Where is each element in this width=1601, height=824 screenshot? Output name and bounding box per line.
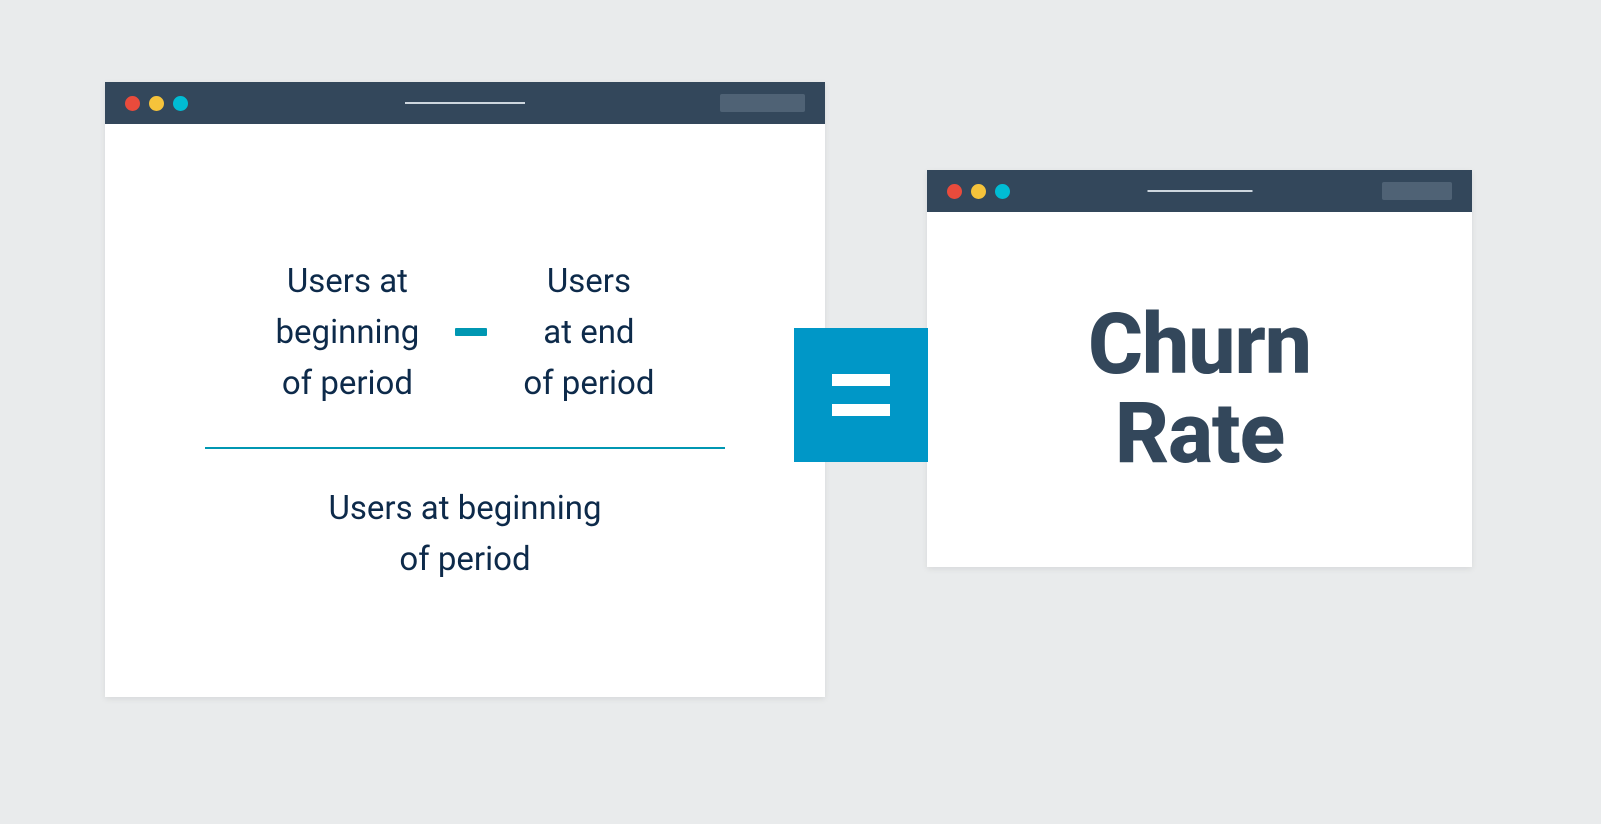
numerator-right-term: Users at end of period bbox=[523, 256, 654, 409]
formula-window: Users at beginning of period Users at en… bbox=[105, 82, 825, 697]
minimize-icon bbox=[971, 184, 986, 199]
maximize-icon bbox=[173, 96, 188, 111]
window-titlebar bbox=[105, 82, 825, 124]
result-body: Churn Rate bbox=[927, 212, 1472, 567]
window-controls bbox=[125, 96, 188, 111]
window-controls bbox=[947, 184, 1010, 199]
formula-numerator: Users at beginning of period Users at en… bbox=[165, 256, 765, 409]
result-label: Churn Rate bbox=[1088, 301, 1311, 477]
titlebar-right-chip bbox=[720, 94, 805, 112]
formula-denominator: Users at beginning of period bbox=[328, 483, 601, 585]
formula-body: Users at beginning of period Users at en… bbox=[105, 124, 825, 697]
close-icon bbox=[125, 96, 140, 111]
window-titlebar bbox=[927, 170, 1472, 212]
numerator-left-term: Users at beginning of period bbox=[276, 256, 420, 409]
division-line bbox=[205, 447, 725, 449]
titlebar-address-line bbox=[1147, 190, 1252, 192]
minus-icon bbox=[455, 328, 487, 336]
result-window: Churn Rate bbox=[927, 170, 1472, 567]
equals-bar-top bbox=[832, 374, 890, 386]
equals-bar-bottom bbox=[832, 404, 890, 416]
titlebar-right-chip bbox=[1382, 182, 1452, 200]
close-icon bbox=[947, 184, 962, 199]
equals-icon bbox=[794, 328, 928, 462]
minimize-icon bbox=[149, 96, 164, 111]
maximize-icon bbox=[995, 184, 1010, 199]
diagram-stage: Users at beginning of period Users at en… bbox=[0, 0, 1601, 824]
titlebar-address-line bbox=[405, 102, 525, 104]
